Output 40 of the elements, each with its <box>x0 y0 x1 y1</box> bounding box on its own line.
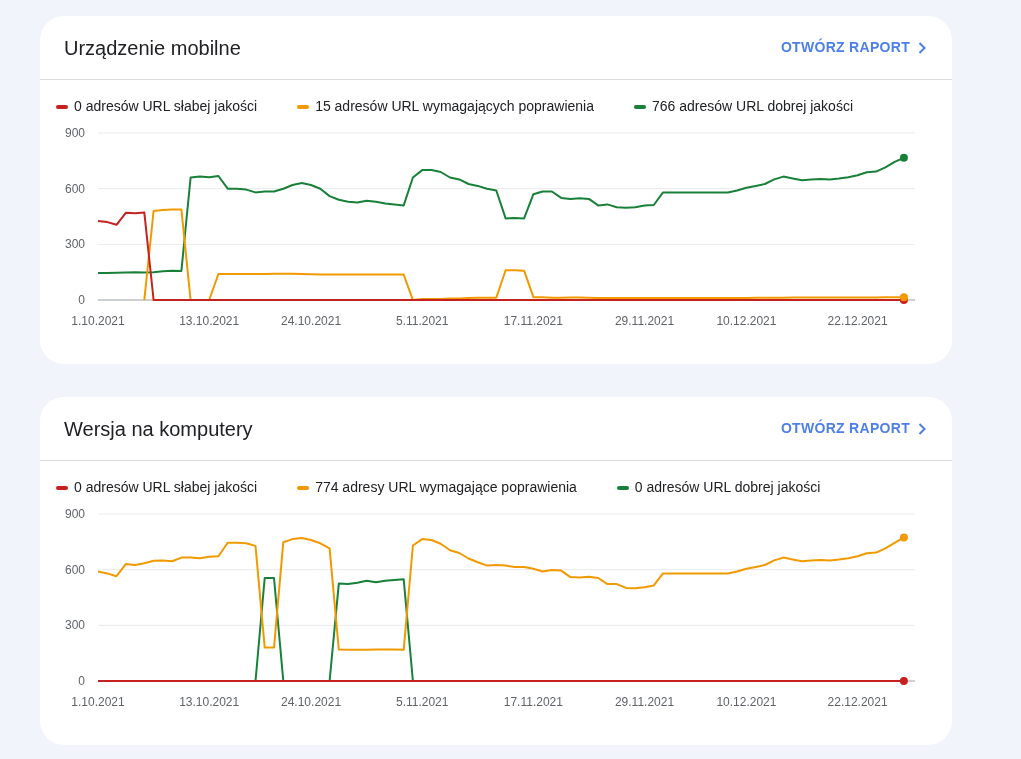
end-point-marker <box>899 293 908 302</box>
y-tick-label: 900 <box>64 126 85 140</box>
end-point-marker <box>899 153 908 162</box>
chevron-right-icon <box>918 41 926 54</box>
x-tick-label: 10.12.2021 <box>716 695 777 709</box>
card-title: Urządzenie mobilne <box>64 35 241 60</box>
x-tick-label: 13.10.2021 <box>179 314 240 328</box>
y-tick-label: 0 <box>78 674 85 688</box>
legend-label: 15 adresów URL wymagających poprawienia <box>315 97 594 116</box>
x-tick-label: 1.10.2021 <box>71 695 125 709</box>
x-tick-label: 22.12.2021 <box>827 695 888 709</box>
card-title: Wersja na komputery <box>64 416 253 441</box>
legend-label: 0 adresów URL dobrej jakości <box>634 478 821 497</box>
x-tick-label: 29.11.2021 <box>614 314 675 328</box>
y-tick-label: 600 <box>64 562 85 577</box>
chevron-right-icon <box>918 422 926 435</box>
open-report-link[interactable]: OTWÓRZ RAPORT <box>778 33 928 62</box>
x-tick-label: 29.11.2021 <box>614 695 675 709</box>
legend-label: 766 adresów URL dobrej jakości <box>652 97 853 116</box>
end-point-marker <box>899 677 908 685</box>
y-tick-label: 0 <box>78 293 85 307</box>
x-tick-label: 17.11.2021 <box>503 314 563 328</box>
x-tick-label: 24.10.2021 <box>281 695 342 709</box>
y-tick-label: 300 <box>64 237 85 252</box>
x-tick-label: 13.10.2021 <box>179 695 240 709</box>
x-tick-label: 24.10.2021 <box>281 314 342 328</box>
legend-label: 774 adresy URL wymagające poprawienia <box>315 478 577 497</box>
x-tick-label: 22.12.2021 <box>827 314 888 328</box>
y-tick-label: 600 <box>64 181 85 196</box>
y-tick-label: 300 <box>64 618 85 633</box>
x-tick-label: 1.10.2021 <box>71 314 125 328</box>
x-tick-label: 17.11.2021 <box>503 695 563 709</box>
end-point-marker <box>899 533 908 542</box>
x-tick-label: 10.12.2021 <box>716 314 777 328</box>
y-tick-label: 900 <box>64 507 85 521</box>
legend-label: 0 adresów URL słabej jakości <box>74 478 258 497</box>
x-tick-label: 5.11.2021 <box>395 314 449 328</box>
open-report-link[interactable]: OTWÓRZ RAPORT <box>778 414 928 443</box>
x-tick-label: 5.11.2021 <box>395 695 449 709</box>
legend-label: 0 adresów URL słabej jakości <box>74 97 258 116</box>
